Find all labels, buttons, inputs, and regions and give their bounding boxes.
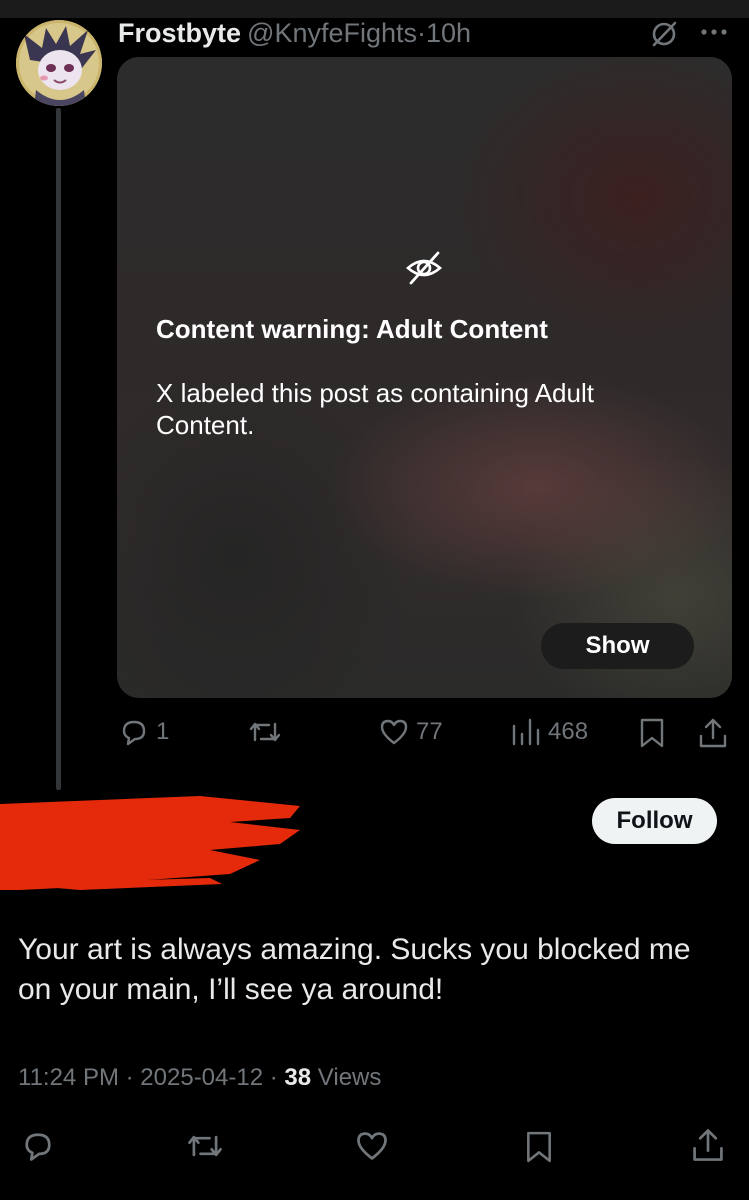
user-handle[interactable]: @KnyfeFights (247, 18, 417, 48)
parent-post-actions: 1 77 468 (0, 710, 749, 756)
like-action[interactable] (354, 1128, 390, 1164)
reply-count: 1 (156, 718, 170, 745)
media-content-warning[interactable]: Content warning: Adult Content X labeled… (117, 57, 732, 698)
reply-icon (25, 1133, 51, 1161)
repost-action[interactable] (247, 716, 289, 748)
reply-action[interactable] (20, 1128, 56, 1164)
post-thread-page: Frostbyte @KnyfeFights·10h Content warnin… (0, 0, 749, 1200)
eye-slash-icon (406, 251, 442, 285)
thread-connector-line (56, 108, 61, 790)
hidden-content-icon[interactable] (648, 18, 680, 50)
reply-post-text: Your art is always amazing. Sucks you bl… (18, 933, 691, 1006)
separator-dot: · (417, 18, 427, 48)
post-time[interactable]: 10h (426, 18, 471, 48)
follow-button[interactable]: Follow (592, 798, 717, 844)
reply-time[interactable]: 11:24 PM (18, 1064, 119, 1091)
avatar-image (16, 20, 102, 106)
reply-views-count[interactable]: 38 (284, 1064, 311, 1091)
share-action[interactable] (690, 1126, 726, 1164)
display-name[interactable]: Frostbyte (118, 18, 241, 48)
bookmark-icon (527, 1131, 551, 1163)
reply-post-meta: 11:24 PM · 2025-04-12 · 38 Views (18, 1064, 381, 1092)
share-icon (699, 718, 727, 748)
share-action[interactable] (697, 716, 729, 750)
bookmark-action[interactable] (637, 716, 667, 750)
like-action[interactable]: 77 (378, 716, 443, 748)
content-warning-title: Content warning: Adult Content (156, 314, 548, 344)
reply-views-label: Views (317, 1064, 382, 1091)
views-count: 468 (548, 718, 589, 745)
repost-icon (188, 1135, 222, 1157)
like-icon (380, 719, 408, 745)
bookmark-icon (640, 718, 664, 748)
reply-action[interactable]: 1 (118, 716, 169, 748)
like-icon (357, 1132, 387, 1160)
post-header: Frostbyte @KnyfeFights·10h (118, 16, 471, 50)
separator-dot: · (125, 1064, 134, 1091)
content-warning-text: X labeled this post as containing Adult … (156, 378, 594, 440)
show-button[interactable]: Show (541, 623, 694, 669)
more-icon[interactable] (696, 18, 732, 46)
bookmark-action[interactable] (523, 1128, 555, 1166)
like-count: 77 (416, 718, 443, 745)
views-action[interactable]: 468 (510, 716, 588, 748)
reply-post-actions (0, 1122, 749, 1170)
views-icon (512, 718, 540, 746)
repost-icon (249, 722, 281, 742)
reply-icon (122, 720, 146, 746)
share-icon (693, 1129, 723, 1161)
avatar[interactable] (16, 20, 102, 106)
reply-date[interactable]: 2025-04-12 (140, 1064, 263, 1091)
separator-dot: · (269, 1064, 278, 1091)
redaction-scribble (0, 796, 300, 890)
repost-action[interactable] (185, 1128, 225, 1164)
